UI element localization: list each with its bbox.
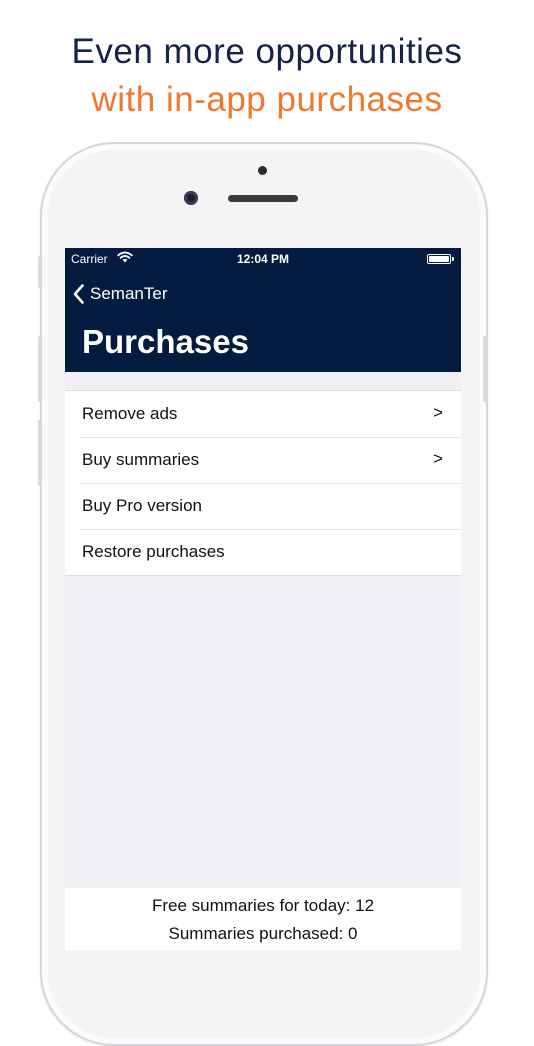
battery-icon: [427, 254, 451, 264]
free-summaries-line: Free summaries for today: 12: [65, 896, 461, 916]
menu-item-label: Buy summaries: [82, 450, 200, 469]
free-summaries-label: Free summaries for today:: [151, 896, 351, 915]
side-button-mute: [38, 256, 41, 288]
purchased-summaries-value: 0: [348, 924, 358, 943]
status-time: 12:04 PM: [236, 252, 290, 266]
battery-tip: [452, 257, 454, 261]
menu-item-remove-ads[interactable]: Remove ads >: [65, 391, 461, 437]
back-button-label: SemanTer: [90, 284, 168, 303]
disclosure-icon: >: [433, 449, 443, 468]
front-camera: [184, 191, 198, 205]
menu-item-buy-summaries[interactable]: Buy summaries >: [65, 437, 461, 483]
purchased-summaries-line: Summaries purchased: 0: [65, 924, 461, 944]
menu-item-restore-purchases[interactable]: Restore purchases: [65, 529, 461, 575]
side-button-volume-down: [38, 420, 41, 486]
app-screen: Carrier 12:04 PM SemanTer Purchases Remo…: [65, 248, 461, 950]
earpiece-speaker: [228, 195, 298, 202]
menu-item-label: Remove ads: [82, 404, 178, 423]
disclosure-icon: >: [433, 403, 443, 422]
navigation-bar: Carrier 12:04 PM SemanTer Purchases: [65, 248, 461, 372]
free-summaries-value: 12: [355, 896, 375, 915]
menu-item-label: Restore purchases: [82, 542, 225, 561]
headline-primary: Even more opportunities: [71, 32, 463, 71]
menu-item-label: Buy Pro version: [82, 496, 202, 515]
summary-counter-footer: Free summaries for today: 12 Summaries p…: [65, 888, 461, 950]
purchased-summaries-label: Summaries purchased:: [168, 924, 344, 943]
menu-item-buy-pro-version[interactable]: Buy Pro version: [65, 483, 461, 529]
purchases-list: Remove ads > Buy summaries > Buy Pro ver…: [65, 390, 461, 576]
proximity-sensor: [258, 166, 267, 175]
side-button-volume-up: [38, 336, 41, 402]
chevron-left-icon: [73, 284, 84, 304]
page-title: Purchases: [82, 323, 249, 360]
back-button[interactable]: SemanTer: [73, 282, 167, 306]
side-button-power: [483, 336, 486, 402]
headline-accent: with in-app purchases: [91, 80, 443, 119]
battery-level: [429, 256, 449, 262]
